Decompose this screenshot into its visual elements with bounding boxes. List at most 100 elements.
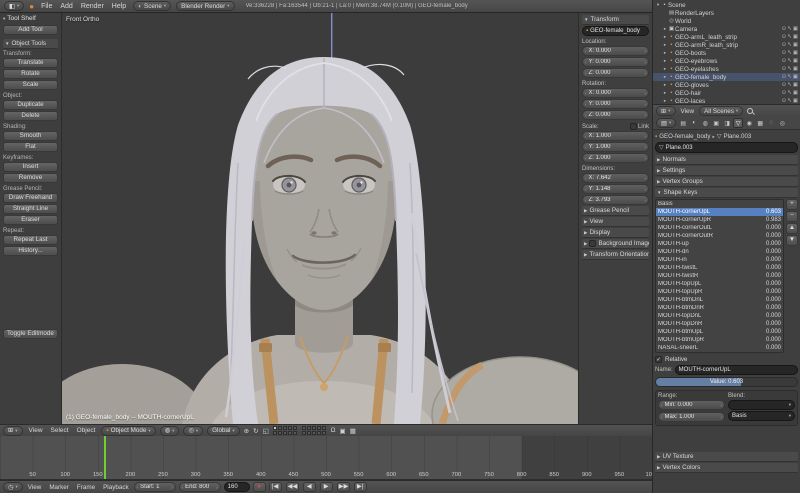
current-frame-field[interactable]: 160 [224,482,250,492]
properties-tab-texture[interactable]: ▦ [755,118,765,128]
layer-dot[interactable] [278,431,282,435]
shape-key-row-basis[interactable]: Basis [656,200,783,208]
value-slider[interactable]: Value: 0.603 [655,377,798,387]
layer-dot[interactable] [302,431,306,435]
render-restrict-camera-icon[interactable]: ▣ [793,58,798,64]
selectability-cursor-icon[interactable]: ↖ [787,50,792,56]
properties-tab-world[interactable]: ◍ [700,118,710,128]
properties-tab-material[interactable]: ◉ [744,118,754,128]
visibility-eye-icon[interactable]: ⊙ [782,82,787,88]
panel-header-display[interactable]: ▶Display [582,228,649,238]
outliner-item-geo-eyelashes[interactable]: ▸▪GEO-eyelashes⊙↖▣ [653,65,800,73]
visibility-eye-icon[interactable]: ⊙ [782,58,787,64]
transform-panel-header[interactable]: ▼Transform [582,15,649,25]
timeline-ruler[interactable]: 5010015020025030035040045050055060065070… [0,436,652,480]
render-restrict-camera-icon[interactable]: ▣ [793,66,798,72]
view3d-menu-select[interactable]: Select [49,427,71,434]
selectability-cursor-icon[interactable]: ↖ [787,42,792,48]
next-keyframe-button[interactable]: ▶▶ [337,482,350,492]
stepper-right-arrow[interactable]: › [721,403,723,408]
render-restrict-camera-icon[interactable]: ▣ [793,34,798,40]
jump-to-end-button[interactable]: ▶| [354,482,367,492]
layer-dot[interactable] [302,426,306,430]
timeline-menu-view[interactable]: View [26,484,44,491]
number-field-location-z[interactable]: ‹Z: 0.000› [582,68,649,78]
tool-button-rotate[interactable]: Rotate [3,69,58,79]
properties-tab-physics[interactable]: ◎ [777,118,787,128]
stepper-right-arrow[interactable]: › [721,415,723,420]
panel-header-uv-texture[interactable]: ▶UV Texture [655,452,798,462]
tool-button-smooth[interactable]: Smooth [3,131,58,141]
shape-keys-panel-header[interactable]: ▼Shape Keys [655,188,798,198]
stepper-right-arrow[interactable]: › [645,198,647,203]
layer-dot[interactable] [283,426,287,430]
active-object-name-field[interactable]: ▪GEO-female_body [582,26,649,36]
blend-basis-field[interactable]: Basis▾ [728,411,795,421]
outliner-item-geo-eyebrows[interactable]: ▸▪GEO-eyebrows⊙↖▣ [653,57,800,65]
shape-key-row-mouth-corneroutl[interactable]: MOUTH-cornerOutL0.000 [656,224,783,232]
shape-key-row-mouth-topdnl[interactable]: MOUTH-topDnL0.000 [656,312,783,320]
visibility-eye-icon[interactable]: ⊙ [782,90,787,96]
timeline-menu-marker[interactable]: Marker [47,484,71,491]
layer-dot[interactable] [312,431,316,435]
layer-dot[interactable] [293,426,297,430]
layer-dot[interactable] [307,426,311,430]
number-field-location-x[interactable]: ‹X: 0.000› [582,46,649,56]
selectability-cursor-icon[interactable]: ↖ [787,34,792,40]
render-restrict-camera-icon[interactable]: ▣ [793,26,798,32]
stepper-right-arrow[interactable]: › [645,176,647,181]
display-filter-selector[interactable]: All Scenes▾ [699,106,743,116]
panel-header-view[interactable]: ▶View [582,217,649,227]
shape-key-row-mouth-in[interactable]: MOUTH-in0.000 [656,256,783,264]
add-shape-key-button[interactable]: + [786,199,798,210]
scene-selector[interactable]: ◐Scene▾ [133,1,171,11]
layer-dot[interactable] [322,426,326,430]
panel-header-vertex-groups[interactable]: ▶Vertex Groups [655,177,798,187]
selectability-cursor-icon[interactable]: ↖ [787,66,792,72]
shape-key-name-field[interactable]: MOUTH-cornerUpL [675,365,798,375]
end-frame-field[interactable]: ‹End: 800› [179,482,221,492]
visibility-eye-icon[interactable]: ⊙ [782,26,787,32]
shape-key-row-mouth-twistl[interactable]: MOUTH-twistL0.000 [656,264,783,272]
start-frame-field[interactable]: ‹Start: 1› [134,482,176,492]
properties-tab-scene[interactable]: ◐ [689,118,699,128]
layer-dot[interactable] [293,431,297,435]
render-restrict-camera-icon[interactable]: ▣ [793,90,798,96]
tool-button-straight-line[interactable]: Straight Line [3,204,58,214]
outliner-item-geo-gloves[interactable]: ▸▪GEO-gloves⊙↖▣ [653,81,800,89]
shape-key-row-mouth-btmdnr[interactable]: MOUTH-btmDnR0.000 [656,304,783,312]
panel-header-settings[interactable]: ▶Settings [655,166,798,176]
properties-tab-particles[interactable]: ◌ [766,118,776,128]
panel-header-normals[interactable]: ▶Normals [655,155,798,165]
link-toggle[interactable]: Link [630,123,649,130]
background-image-checkbox[interactable] [589,240,596,247]
datablock-name-field[interactable]: ▽ Plane.003 [655,142,798,153]
tool-button-translate[interactable]: Translate [3,58,58,68]
pivot-point-selector[interactable]: ◎▾ [183,426,203,436]
tool-button-scale[interactable]: Scale [3,80,58,90]
outliner-item-geo-female-body[interactable]: ▸▪GEO-female_body⊙↖▣ [653,73,800,81]
view3d-menu-object[interactable]: Object [75,427,98,434]
layer-dot[interactable] [312,426,316,430]
editor-type-button[interactable]: ◷▾ [3,482,23,492]
timeline-menu-frame[interactable]: Frame [75,484,97,491]
prev-keyframe-button[interactable]: ◀◀ [286,482,299,492]
layer-dot[interactable] [307,431,311,435]
rotate-manipulator-icon[interactable]: ↻ [253,427,258,435]
opengl-render-anim-icon[interactable]: ▦ [350,427,356,435]
number-field-dimensions-x[interactable]: ‹X: 7.642› [582,173,649,183]
opengl-render-icon[interactable]: ▣ [340,427,346,435]
number-field-location-y[interactable]: ‹Y: 0.000› [582,57,649,67]
play-reverse-button[interactable]: ◀ [303,482,316,492]
shape-key-row-mouth-btmupr[interactable]: MOUTH-btmUpR0.000 [656,336,783,344]
layer-dot[interactable] [283,431,287,435]
selectability-cursor-icon[interactable]: ↖ [787,90,792,96]
shape-key-row-mouth-cornerupr[interactable]: MOUTH-cornerUpR0.983 [656,216,783,224]
shape-key-row-mouth-up[interactable]: MOUTH-up0.000 [656,240,783,248]
shape-key-row-mouth-btmupl[interactable]: MOUTH-btmUpL0.000 [656,328,783,336]
stepper-right-arrow[interactable]: › [645,71,647,76]
viewport-3d[interactable]: Front Ortho (1) GEO-female_body -- MOUTH… [62,13,578,424]
shape-key-row-nasal-sneerl[interactable]: NASAL-sneerL0.000 [656,344,783,352]
outliner-item-geo-armr-leath-strip[interactable]: ▸▪GEO-armR_leath_strip⊙↖▣ [653,41,800,49]
translate-manipulator-icon[interactable]: ⊕ [244,427,249,435]
